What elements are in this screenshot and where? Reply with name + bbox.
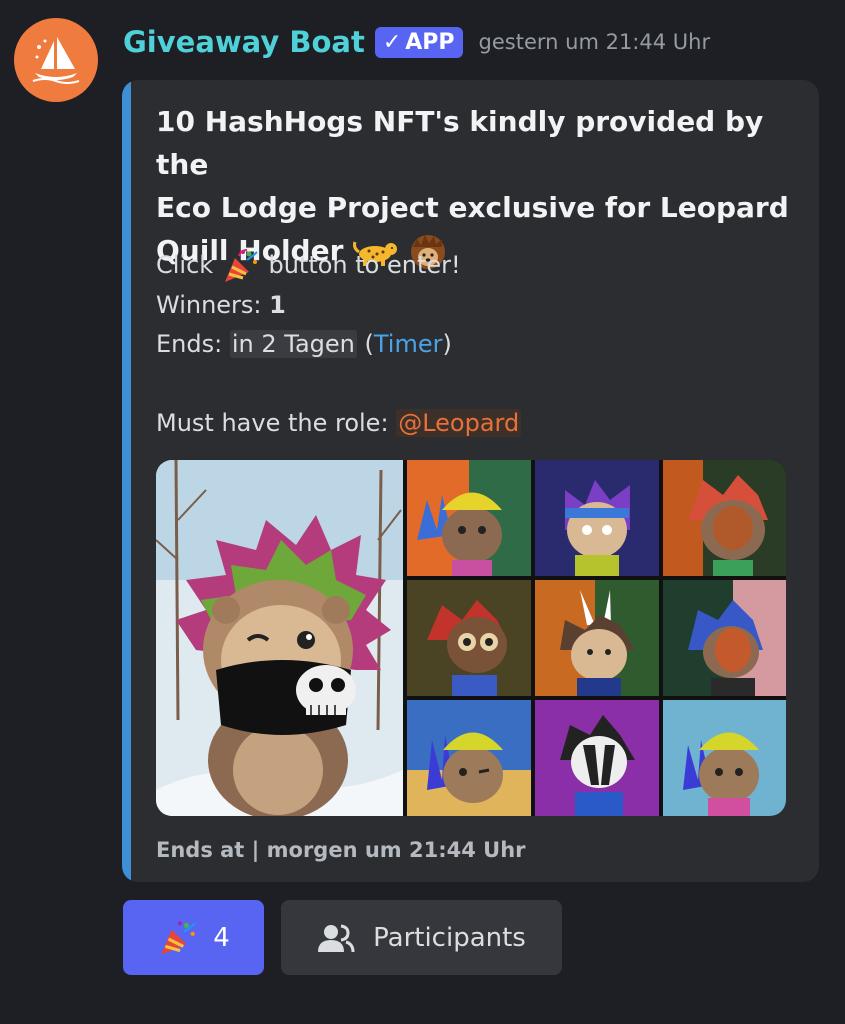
party-popper-icon bbox=[161, 920, 196, 955]
message-timestamp: gestern um 21:44 Uhr bbox=[478, 30, 711, 54]
ends-line: Ends: in 2 Tagen (Timer) bbox=[156, 325, 796, 365]
click-text: Click bbox=[156, 251, 214, 279]
hashhog-thumbnail[interactable] bbox=[407, 700, 531, 816]
entry-count: 4 bbox=[213, 922, 230, 953]
app-badge-label: APP bbox=[405, 29, 455, 55]
hashhog-large-image[interactable] bbox=[156, 460, 403, 816]
author-name[interactable]: Giveaway Boat bbox=[123, 25, 365, 59]
winners-label: Winners: bbox=[156, 290, 262, 319]
hashhog-thumbnail[interactable] bbox=[407, 460, 531, 576]
hashhog-thumbnail[interactable] bbox=[535, 460, 659, 576]
ends-timestamp[interactable]: in 2 Tagen bbox=[229, 330, 357, 358]
role-mention[interactable]: @Leopard bbox=[396, 409, 522, 437]
giveaway-embed: 10 HashHogs NFT's kindly provided by the… bbox=[122, 80, 819, 882]
sailboat-logo-icon bbox=[32, 37, 80, 84]
winners-value: 1 bbox=[269, 290, 286, 319]
hashhog-thumbnail[interactable] bbox=[407, 580, 531, 696]
click-text: button to enter! bbox=[268, 251, 461, 279]
nft-image-grid[interactable] bbox=[156, 460, 786, 816]
embed-title-line: Eco Lodge Project exclusive for Leopard bbox=[156, 191, 789, 224]
bot-avatar[interactable] bbox=[14, 18, 98, 102]
party-popper-icon bbox=[224, 249, 258, 282]
paren: ) bbox=[442, 330, 452, 358]
check-icon: ✓ bbox=[382, 29, 402, 55]
embed-description: Click button to enter! Winners: 1 Ends: … bbox=[156, 246, 796, 444]
hashhog-thumbnail[interactable] bbox=[663, 580, 786, 696]
timer-link[interactable]: Timer bbox=[374, 330, 443, 358]
people-icon bbox=[318, 924, 355, 952]
enter-giveaway-button[interactable]: 4 bbox=[123, 900, 264, 975]
ends-label: Ends: bbox=[156, 330, 223, 358]
participants-button[interactable]: Participants bbox=[281, 900, 562, 975]
app-badge: ✓ APP bbox=[374, 26, 463, 58]
hashhog-thumbnail[interactable] bbox=[663, 700, 786, 816]
paren: ( bbox=[364, 330, 374, 358]
hashhog-thumbnail[interactable] bbox=[535, 700, 659, 816]
participants-label: Participants bbox=[373, 922, 526, 953]
winners-line: Winners: 1 bbox=[156, 286, 796, 326]
hashhog-thumbnail[interactable] bbox=[535, 580, 659, 696]
message-header: Giveaway Boat ✓ APP gestern um 21:44 Uhr bbox=[123, 18, 710, 66]
embed-footer: Ends at | morgen um 21:44 Uhr bbox=[156, 838, 526, 862]
embed-accent-bar bbox=[122, 80, 131, 882]
hashhog-thumbnail[interactable] bbox=[663, 460, 786, 576]
click-line: Click button to enter! bbox=[156, 246, 796, 286]
role-label: Must have the role: bbox=[156, 409, 389, 437]
role-line: Must have the role: @Leopard bbox=[156, 404, 796, 444]
embed-title-line: 10 HashHogs NFT's kindly provided by the bbox=[156, 105, 764, 181]
